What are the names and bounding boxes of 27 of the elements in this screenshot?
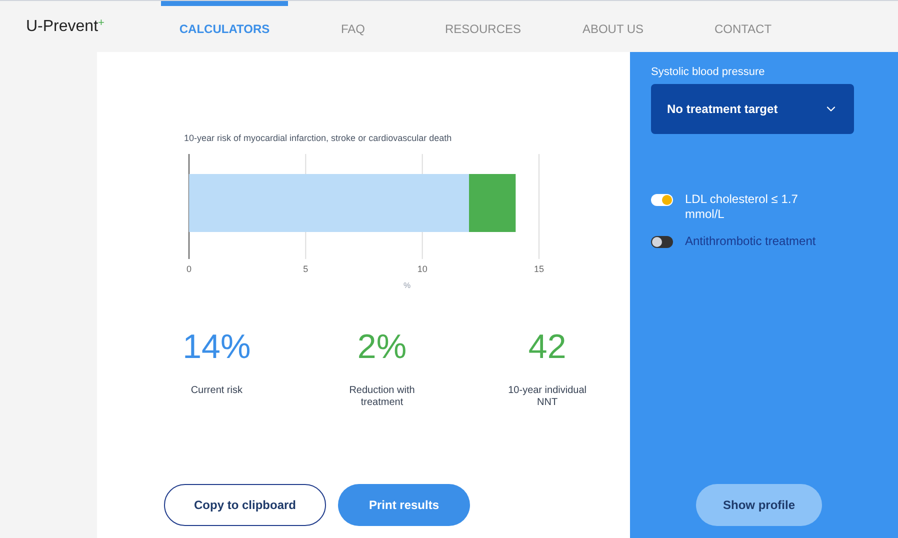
toggle-switch[interactable] <box>651 236 673 248</box>
axis-tick-label: 15 <box>534 264 544 274</box>
treatment-select[interactable]: No treatment target <box>651 84 854 134</box>
nav-tab[interactable]: FAQ <box>288 0 418 52</box>
select-value: No treatment target <box>667 100 778 118</box>
axis-tick-label: 0 <box>186 264 192 274</box>
copy-button[interactable]: Copy to clipboard <box>164 484 326 526</box>
stat-value: 42 <box>528 326 566 368</box>
logo[interactable]: U-Prevent+ <box>26 14 161 38</box>
stat-label: Current risk <box>190 384 244 397</box>
toggle-switch[interactable] <box>651 194 673 206</box>
nav-tab[interactable]: ABOUT US <box>548 0 678 52</box>
show-profile-button[interactable]: Show profile <box>696 484 822 526</box>
nav-tab[interactable]: CONTACT <box>678 0 808 52</box>
axis-tick-label: 5 <box>303 264 308 274</box>
stat-label: Reduction with treatment <box>348 384 416 410</box>
axis-label: % <box>402 280 412 292</box>
stat-value: 14% <box>182 326 251 368</box>
chart-title: 10-year risk of myocardial infarction, stroke or cardiovascular death <box>184 132 453 145</box>
toggle-label: LDL cholesterol ≤ 1.7 mmol/L <box>685 192 799 222</box>
axis-tick-label: 10 <box>417 264 428 274</box>
toggle-label: Antithrombotic treatment <box>685 234 817 248</box>
field-label: Systolic blood pressure <box>651 65 766 80</box>
stat-label: 10-year individual NNT <box>507 384 588 410</box>
nav-tab[interactable]: RESOURCES <box>418 0 548 52</box>
stat-value: 2% <box>357 326 407 368</box>
print-button[interactable]: Print results <box>338 484 470 526</box>
